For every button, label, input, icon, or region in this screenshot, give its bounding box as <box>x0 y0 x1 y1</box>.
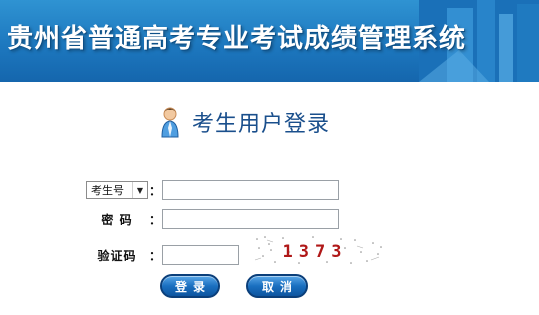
account-type-select[interactable]: 考生号 ▼ <box>86 181 148 199</box>
chevron-down-icon[interactable]: ▼ <box>132 182 147 198</box>
password-input[interactable] <box>162 209 339 229</box>
login-button[interactable]: 登录 <box>160 274 220 298</box>
captcha-image[interactable]: 1373 <box>253 234 383 266</box>
cancel-button[interactable]: 取消 <box>246 274 308 298</box>
account-type-selected: 考生号 <box>91 184 124 197</box>
account-colon: ： <box>148 183 161 198</box>
captcha-code: 1373 <box>283 242 348 262</box>
captcha-input[interactable] <box>162 245 239 265</box>
password-row: 密 码 ： <box>86 208 339 230</box>
captcha-colon: ： <box>148 248 161 263</box>
account-row: 考生号 ▼ ： <box>86 179 339 201</box>
login-heading: 考生用户登录 <box>160 105 330 139</box>
captcha-label: 验证码 <box>97 248 137 263</box>
login-panel: 考生用户登录 考生号 ▼ ： 密 码 ： 验证码 ： 1373 登录 取消 <box>0 82 539 315</box>
password-label: 密 码 <box>101 212 133 227</box>
password-colon: ： <box>148 212 161 227</box>
header-banner: 贵州省普通高考专业考试成绩管理系统 <box>0 0 539 82</box>
system-title: 贵州省普通高考专业考试成绩管理系统 <box>7 24 467 54</box>
login-title: 考生用户登录 <box>192 112 331 137</box>
account-input[interactable] <box>162 180 339 200</box>
user-icon <box>161 107 179 138</box>
captcha-row: 验证码 ： <box>86 244 239 266</box>
